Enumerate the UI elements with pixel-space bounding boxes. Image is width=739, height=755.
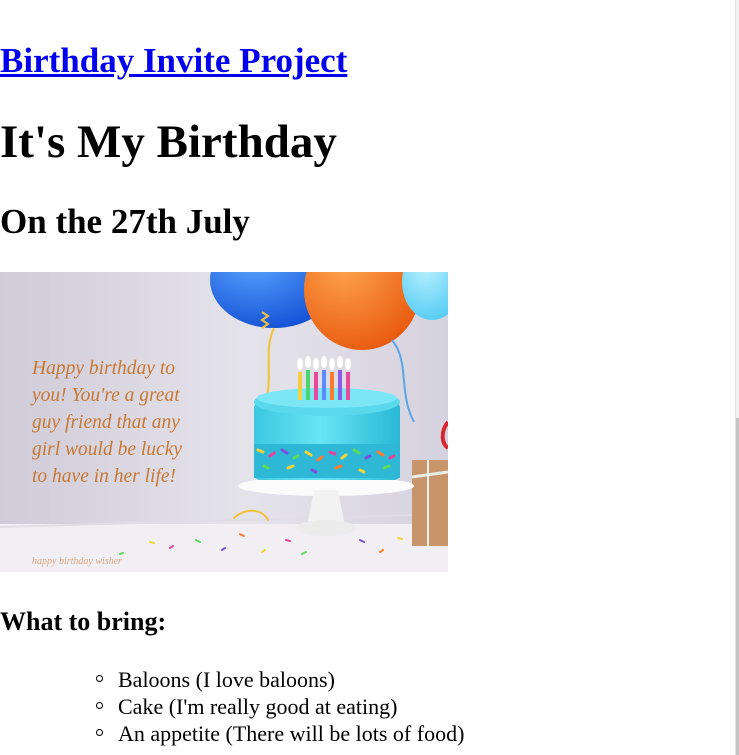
message-line: girl would be lucky [32, 439, 182, 460]
circle-bullet-icon [96, 729, 103, 736]
page: Birthday Invite Project It's My Birthday… [0, 0, 739, 755]
what-to-bring-heading: What to bring: [0, 607, 167, 636]
birthday-cake-image: Happy birthday to you! You're a great gu… [0, 272, 448, 572]
circle-bullet-icon [96, 675, 103, 682]
project-heading: Birthday Invite Project [0, 40, 347, 82]
list-item-label: An appetite (There will be lots of food) [118, 721, 465, 746]
birthday-message: Happy birthday to you! You're a great gu… [30, 358, 182, 487]
image-watermark: happy birthday wisher [32, 556, 122, 567]
list-item: An appetite (There will be lots of food) [96, 720, 465, 747]
message-line: guy friend that any [32, 412, 180, 433]
list-item: Baloons (I love baloons) [96, 666, 464, 693]
page-title: It's My Birthday [0, 116, 337, 168]
circle-bullet-icon [96, 702, 103, 709]
list-item-label: Baloons (I love baloons) [118, 667, 335, 692]
bring-list: Baloons (I love baloons) Cake (I'm reall… [0, 666, 464, 747]
list-item-label: Cake (I'm really good at eating) [118, 694, 398, 719]
vertical-scrollbar[interactable] [735, 0, 739, 755]
project-link[interactable]: Birthday Invite Project [0, 41, 347, 80]
message-line: you! You're a great [30, 385, 180, 406]
date-heading: On the 27th July [0, 202, 250, 241]
list-item: Cake (I'm really good at eating) [96, 693, 464, 720]
message-line: to have in her life! [32, 466, 176, 487]
message-line: Happy birthday to [31, 358, 175, 379]
